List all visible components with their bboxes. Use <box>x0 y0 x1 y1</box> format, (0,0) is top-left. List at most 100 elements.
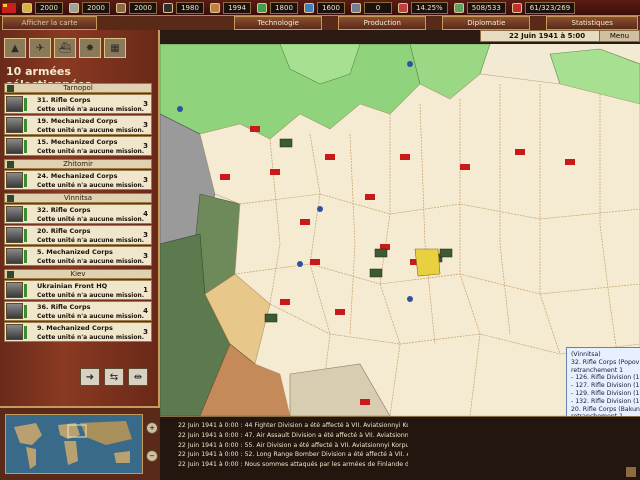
unit-row[interactable]: 24. Mechanized Corps Cette unité n'a aucu… <box>4 170 152 190</box>
tooltip-line: - 132. Rifle Division (100/41) (Infanter… <box>571 397 640 405</box>
log-scroll-icon[interactable] <box>626 467 636 477</box>
resource-money: 1800 <box>257 1 298 15</box>
unit-row[interactable]: 32. Rifle Corps Cette unité n'a aucune mi… <box>4 204 152 224</box>
tab-production[interactable]: Production <box>338 16 427 30</box>
tab-statistics[interactable]: Statistiques <box>546 16 639 30</box>
unit-status: Cette unité n'a aucune mission. <box>37 258 144 265</box>
escorts-icon <box>351 2 361 13</box>
date-bar: 22 Juin 1941 à 5:00 Menu <box>480 30 640 42</box>
log-entry: 22 Juin 1941 à 0:00 : Nous sommes attaqu… <box>178 461 408 469</box>
resource-supplies: 1994 <box>210 1 251 15</box>
game-screen: 2000 2000 2000 1980 1994 1800 1600 0 14.25% 508/5… <box>0 0 640 480</box>
tooltip-line: retranchement 1 <box>571 366 624 374</box>
division-count: 1 <box>143 286 148 294</box>
terrain-mode-icon[interactable]: ✸ <box>79 38 101 58</box>
strength-bar <box>24 284 27 297</box>
resource-value: 0 <box>364 1 392 14</box>
group-header[interactable]: Zhitomir <box>4 159 152 169</box>
division-count: 3 <box>143 231 148 239</box>
group-header[interactable]: Tarnopol <box>4 83 152 93</box>
resource-dissent: 14.25% <box>398 1 448 15</box>
resource-value: 2000 <box>129 1 157 14</box>
unit-name: Ukrainian Front HQ <box>37 282 108 290</box>
commander-portrait <box>6 282 23 298</box>
tab-show-map[interactable]: Afficher la carte <box>2 16 98 30</box>
strategic-map[interactable]: (Vinnitsa)32. Rifle Corps (Popov M.M.) (… <box>160 44 640 480</box>
unit-status: Cette unité n'a aucune mission. <box>37 313 144 320</box>
zoom-in-icon[interactable]: + <box>146 422 158 434</box>
unit-row[interactable]: 9. Mechanized Corps Cette unité n'a aucun… <box>4 322 152 342</box>
tooltip-line: 20. Rifle Corps (Bakunin) (300/41) - <box>571 405 640 413</box>
metal-icon <box>69 2 79 13</box>
unit-row[interactable]: 20. Rifle Corps Cette unité n'a aucune mi… <box>4 225 152 245</box>
air-units-mode-icon[interactable]: ✈ <box>29 38 51 58</box>
resource-energy: 2000 <box>22 1 63 15</box>
menu-button[interactable]: Menu <box>599 31 639 41</box>
current-date: 22 Juin 1941 à 5:00 <box>509 32 586 40</box>
resource-value: 1994 <box>223 1 251 14</box>
manpower-icon <box>453 2 464 13</box>
tab-technology[interactable]: Technologie <box>234 16 323 30</box>
group-header[interactable]: Kiev <box>4 269 152 279</box>
commander-portrait <box>6 324 23 340</box>
group-header[interactable]: Vinnitsa <box>4 193 152 203</box>
unit-row[interactable]: 5. Mechanized Corps Cette unité n'a aucun… <box>4 246 152 266</box>
zoom-out-icon[interactable]: − <box>146 450 158 462</box>
resource-value: 2000 <box>82 1 110 14</box>
resource-ic: 61/323/269 <box>511 1 576 15</box>
commander-portrait <box>6 248 23 264</box>
tab-diplomacy[interactable]: Diplomatie <box>442 16 531 30</box>
division-count: 3 <box>143 100 148 108</box>
group-name: Vinnitsa <box>63 194 93 202</box>
unit-row[interactable]: 19. Mechanized Corps Cette unité n'a aucu… <box>4 115 152 135</box>
supplies-icon <box>210 2 220 13</box>
unit-row[interactable]: 36. Rifle Corps Cette unité n'a aucune mi… <box>4 301 152 321</box>
resource-value: 2000 <box>35 1 63 14</box>
naval-units-mode-icon[interactable]: ⛴ <box>54 38 76 58</box>
resource-value: 1800 <box>270 1 298 14</box>
army-group-icon <box>7 195 14 202</box>
rare-materials-icon <box>116 2 126 13</box>
unit-name: 24. Mechanized Corps <box>37 172 118 180</box>
division-count: 3 <box>143 252 148 260</box>
map-mode-buttons: ▲ ✈ ⛴ ✸ ▦ <box>4 38 129 58</box>
unit-name: 32. Rifle Corps <box>37 206 91 214</box>
unit-row[interactable]: 31. Rifle Corps Cette unité n'a aucune mi… <box>4 94 152 114</box>
merge-units-icon[interactable]: ⇆ <box>104 368 124 386</box>
unit-status: Cette unité n'a aucune mission. <box>37 292 144 299</box>
resource-value: 1980 <box>176 1 204 14</box>
minimap-panel: + − <box>0 406 160 480</box>
main-tabs: Afficher la carte Technologie Production… <box>0 16 640 30</box>
strength-bar <box>24 208 27 221</box>
world-minimap[interactable] <box>5 414 143 474</box>
commander-portrait <box>6 303 23 319</box>
group-name: Kiev <box>70 270 86 278</box>
strength-bar <box>24 229 27 242</box>
division-count: 3 <box>143 328 148 336</box>
supply-mode-icon[interactable]: ▦ <box>104 38 126 58</box>
resource-oil: 1980 <box>163 1 204 15</box>
unit-status: Cette unité n'a aucune mission. <box>37 182 144 189</box>
move-order-icon[interactable]: ➜ <box>80 368 100 386</box>
unit-name: 19. Mechanized Corps <box>37 117 118 125</box>
dissent-icon <box>398 2 408 13</box>
unit-row[interactable]: Ukrainian Front HQ Cette unité n'a aucune… <box>4 280 152 300</box>
unit-row[interactable]: 15. Mechanized Corps Cette unité n'a aucu… <box>4 136 152 156</box>
resource-escorts: 0 <box>351 1 392 15</box>
unit-name: 20. Rifle Corps <box>37 227 91 235</box>
national-flag-icon[interactable] <box>2 2 16 13</box>
strength-bar <box>24 119 27 132</box>
division-count: 3 <box>143 121 148 129</box>
army-group-icon <box>7 271 14 278</box>
money-icon <box>257 2 267 13</box>
land-units-mode-icon[interactable]: ▲ <box>4 38 26 58</box>
split-units-icon[interactable]: ⇹ <box>128 368 148 386</box>
unit-name: 31. Rifle Corps <box>37 96 91 104</box>
unit-group-list: Tarnopol 31. Rifle Corps Cette unité n'a a… <box>4 80 152 342</box>
tooltip-line: (Vinnitsa) <box>571 351 601 358</box>
log-entry: 22 Juin 1941 à 0:00 : 52. Long Range Bom… <box>178 451 408 459</box>
unit-name: 9. Mechanized Corps <box>37 324 113 332</box>
commander-portrait <box>6 96 23 112</box>
division-count: 3 <box>143 142 148 150</box>
log-entry: 22 Juin 1941 à 0:00 : 44 Fighter Divisio… <box>178 422 408 429</box>
